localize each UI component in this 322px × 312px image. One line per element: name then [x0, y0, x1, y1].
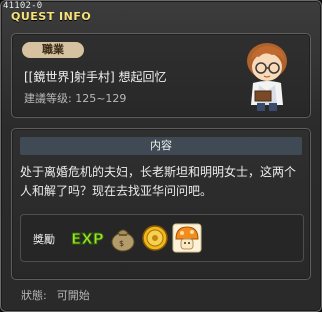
quest-content-panel: 内容 处于离婚危机的夫妇，长老斯坦和明明女士，这两个人和解了吗？现在去找亚华问问… [11, 128, 311, 280]
svg-text:$: $ [119, 239, 124, 248]
level-label: 建議等级: [24, 92, 72, 105]
quest-status: 狀態: 可開始 [21, 287, 100, 303]
quest-info-window: 41102-0 QUEST INFO 職業 [[鏡世界]射手村] 想起回忆 建議… [0, 0, 322, 312]
content-header: 内容 [20, 137, 302, 155]
status-value: 可開始 [56, 289, 90, 302]
status-label: 狀態: [21, 289, 47, 302]
quest-description: 处于离婚危机的夫妇，长老斯坦和明明女士，这两个人和解了吗？现在去找亚华问问吧。 [20, 165, 297, 198]
money-bag-icon[interactable]: $ [108, 223, 138, 253]
npc-boy-with-glasses-icon[interactable] [237, 39, 297, 113]
quest-name: [[鏡世界]射手村] 想起回忆 [24, 70, 167, 84]
job-badge: 職業 [22, 42, 84, 58]
level-range: 125~129 [75, 92, 127, 105]
exp-icon[interactable]: EXP [69, 227, 105, 249]
svg-text:EXP: EXP [71, 230, 104, 248]
window-title: QUEST INFO [11, 10, 92, 23]
reward-label: 獎勵 [33, 233, 55, 246]
reward-box: 獎勵 EXP $ [20, 214, 304, 262]
quest-header-panel: 職業 [[鏡世界]射手村] 想起回忆 建議等级: 125~129 [11, 33, 311, 118]
coin-icon[interactable] [140, 223, 170, 253]
orange-mushroom-icon[interactable] [172, 223, 202, 253]
recommended-level: 建議等级: 125~129 [24, 90, 126, 106]
